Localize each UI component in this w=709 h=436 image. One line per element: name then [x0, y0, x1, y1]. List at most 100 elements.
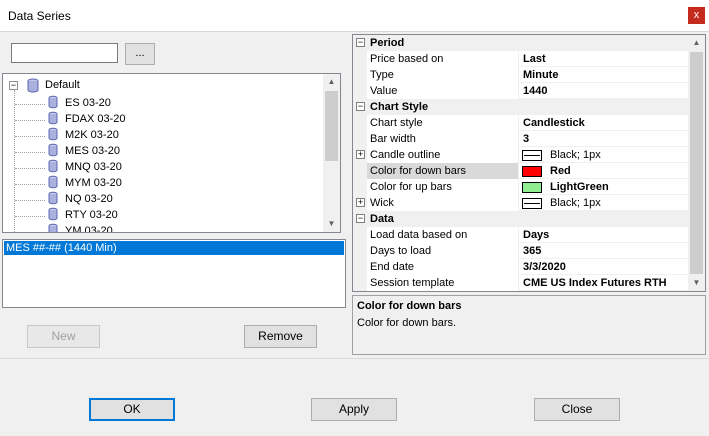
property-row[interactable]: Load data based on Days [353, 227, 688, 243]
scroll-thumb[interactable] [690, 52, 703, 274]
expand-icon[interactable]: + [356, 198, 365, 207]
browse-button[interactable]: ... [125, 43, 155, 65]
property-row-wick[interactable]: + Wick Black; 1px [353, 195, 688, 211]
property-value[interactable]: Days [523, 229, 549, 241]
window-title: Data Series [8, 9, 71, 23]
category-label: Data [370, 213, 394, 225]
ok-button[interactable]: OK [89, 398, 175, 421]
property-value[interactable]: 1440 [523, 85, 547, 97]
property-row[interactable]: Price based on Last [353, 51, 688, 67]
property-name: Days to load [370, 245, 432, 257]
category-label: Period [370, 37, 405, 49]
tree-item[interactable]: ES 03-20 [3, 95, 323, 111]
property-row[interactable]: Type Minute [353, 67, 688, 83]
title-bar: Data Series x [0, 0, 709, 32]
expand-icon[interactable]: + [356, 150, 365, 159]
property-row[interactable]: Days to load 365 [353, 243, 688, 259]
property-value[interactable]: Black; 1px [550, 197, 601, 209]
tree-item-label: RTY 03-20 [65, 209, 118, 221]
property-value[interactable]: Candlestick [523, 117, 585, 129]
property-description-pane: Color for down bars Color for down bars. [352, 295, 706, 355]
category-label: Chart Style [370, 101, 429, 113]
scroll-down-icon[interactable]: ▼ [688, 275, 705, 291]
property-value[interactable]: 3 [523, 133, 529, 145]
property-name: Type [370, 69, 394, 81]
instrument-tree[interactable]: − Default ES 03-20 FDAX 03-20 M2K 03-20 … [2, 73, 341, 233]
collapse-icon[interactable]: − [356, 214, 365, 223]
close-icon[interactable]: x [688, 7, 705, 24]
property-name: Color for down bars [370, 165, 466, 177]
property-grid-scrollbar[interactable]: ▲ ▼ [688, 35, 705, 291]
property-grid[interactable]: − Period Price based on Last Type Minute… [352, 34, 706, 292]
tree-item-label: FDAX 03-20 [65, 113, 126, 125]
scroll-thumb[interactable] [325, 91, 338, 161]
tree-item[interactable]: RTY 03-20 [3, 207, 323, 223]
color-swatch-lightgreen [522, 182, 542, 193]
collapse-icon[interactable]: − [356, 38, 365, 47]
property-row-color-down[interactable]: Color for down bars Red [353, 163, 688, 179]
tree-item-label: MNQ 03-20 [65, 161, 122, 173]
property-row-color-up[interactable]: Color for up bars LightGreen [353, 179, 688, 195]
collapse-icon[interactable]: − [356, 102, 365, 111]
scroll-up-icon[interactable]: ▲ [688, 35, 705, 51]
tree-item[interactable]: MYM 03-20 [3, 175, 323, 191]
property-row[interactable]: Session template CME US Index Futures RT… [353, 275, 688, 291]
property-row-candle-outline[interactable]: + Candle outline Black; 1px [353, 147, 688, 163]
category-data[interactable]: − Data [353, 211, 688, 227]
property-name: Price based on [370, 53, 444, 65]
new-button[interactable]: New [27, 325, 100, 348]
description-title: Color for down bars [357, 300, 462, 312]
scroll-down-icon[interactable]: ▼ [323, 216, 340, 232]
series-list-item[interactable]: MES ##-## (1440 Min) [4, 241, 344, 255]
property-name: Candle outline [370, 149, 441, 161]
tree-item-label: NQ 03-20 [65, 193, 113, 205]
tree-item-label: ES 03-20 [65, 97, 111, 109]
apply-button[interactable]: Apply [311, 398, 397, 421]
property-value[interactable]: Minute [523, 69, 558, 81]
property-name: Bar width [370, 133, 416, 145]
line-style-swatch [522, 150, 542, 161]
property-name: Load data based on [370, 229, 468, 241]
category-period[interactable]: − Period [353, 35, 688, 51]
close-button[interactable]: Close [534, 398, 620, 421]
scroll-up-icon[interactable]: ▲ [323, 74, 340, 90]
tree-item[interactable]: NQ 03-20 [3, 191, 323, 207]
property-value[interactable]: Red [550, 165, 571, 177]
property-name: Chart style [370, 117, 423, 129]
color-swatch-red [522, 166, 542, 177]
footer-divider [0, 358, 709, 359]
property-row[interactable]: Value 1440 [353, 83, 688, 99]
tree-item[interactable]: MNQ 03-20 [3, 159, 323, 175]
property-name: End date [370, 261, 415, 273]
series-list[interactable]: MES ##-## (1440 Min) [2, 239, 346, 308]
tree-item[interactable]: YM 03-20 [3, 223, 323, 233]
property-value[interactable]: Black; 1px [550, 149, 601, 161]
category-chart-style[interactable]: − Chart Style [353, 99, 688, 115]
property-name: Session template [370, 277, 455, 289]
tree-item[interactable]: M2K 03-20 [3, 127, 323, 143]
property-row-chart-style[interactable]: Chart style Candlestick [353, 115, 688, 131]
remove-button[interactable]: Remove [244, 325, 317, 348]
description-text: Color for down bars. [357, 317, 457, 329]
database-icon [47, 223, 59, 232]
tree-item[interactable]: MES 03-20 [3, 143, 323, 159]
tree-item-label: YM 03-20 [65, 225, 113, 233]
tree-item-label: MYM 03-20 [65, 177, 122, 189]
property-name: Wick [370, 197, 394, 209]
tree-scrollbar[interactable]: ▲ ▼ [323, 74, 340, 232]
property-row-bar-width[interactable]: Bar width 3 [353, 131, 688, 147]
tree-item[interactable]: FDAX 03-20 [3, 111, 323, 127]
property-value[interactable]: LightGreen [550, 181, 609, 193]
property-name: Color for up bars [370, 181, 452, 193]
line-style-swatch [522, 198, 542, 209]
property-name: Value [370, 85, 398, 97]
property-value[interactable]: CME US Index Futures RTH [523, 277, 667, 289]
tree-root-label: Default [45, 79, 80, 91]
property-value[interactable]: Last [523, 53, 546, 65]
property-row[interactable]: End date 3/3/2020 [353, 259, 688, 275]
instrument-search-input[interactable] [11, 43, 118, 63]
property-value[interactable]: 365 [523, 245, 541, 257]
collapse-icon[interactable]: − [9, 81, 18, 90]
tree-item-label: MES 03-20 [65, 145, 121, 157]
property-value[interactable]: 3/3/2020 [523, 261, 566, 273]
